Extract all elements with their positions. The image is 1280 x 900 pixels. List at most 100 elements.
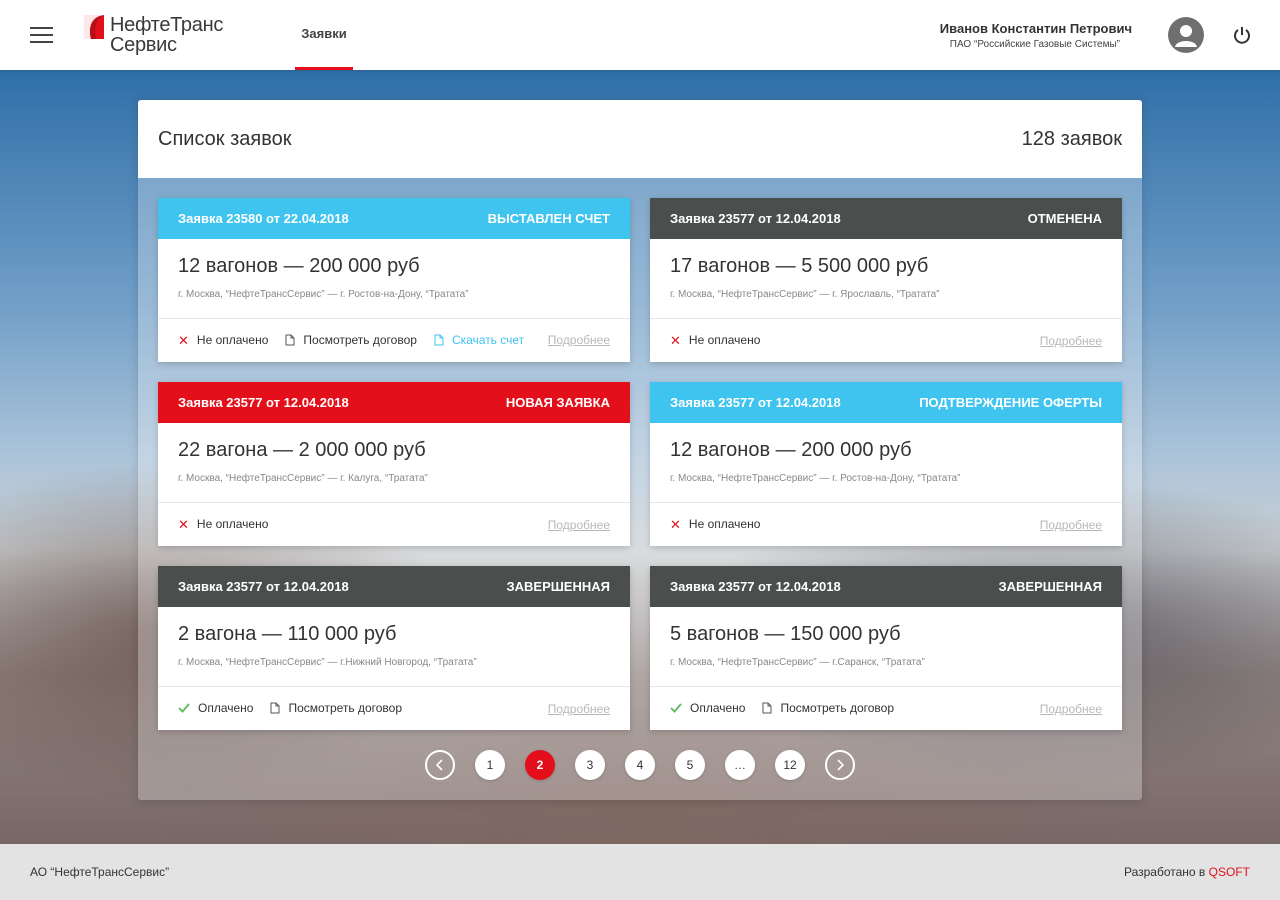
card-footer: Оплачено Посмотреть договор Подробнее <box>158 687 630 729</box>
request-card: Заявка 23577 от 12.04.2018 ОТМЕНЕНА 17 в… <box>650 198 1122 362</box>
details-link[interactable]: Подробнее <box>1040 702 1102 716</box>
prev-page-button[interactable] <box>425 750 455 780</box>
requests-count: 128 заявок <box>1021 128 1122 150</box>
footer-developer: Разработано в QSOFT <box>1124 865 1250 879</box>
card-route: г. Москва, “НефтеТрансСервис” — г. Калуг… <box>178 473 428 484</box>
card-number: Заявка 23577 от 12.04.2018 <box>670 211 841 226</box>
payment-status-label: Оплачено <box>690 701 746 715</box>
card-header[interactable]: Заявка 23577 от 12.04.2018 НОВАЯ ЗАЯВКА <box>158 382 630 423</box>
panel-header: Список заявок 128 заявок <box>138 100 1142 178</box>
view-contract-link[interactable]: Посмотреть договор <box>285 333 417 347</box>
avatar[interactable] <box>1168 17 1204 53</box>
request-card: Заявка 23577 от 12.04.2018 ПОДТВЕРЖДЕНИЕ… <box>650 382 1122 546</box>
card-route: г. Москва, “НефтеТрансСервис” — г.Нижний… <box>178 657 477 668</box>
page-button[interactable]: 4 <box>625 750 655 780</box>
page-button[interactable]: 5 <box>675 750 705 780</box>
card-footer: ✕ Не оплачено Подробнее <box>158 503 630 545</box>
card-route: г. Москва, “НефтеТрансСервис” — г. Росто… <box>670 473 961 484</box>
card-title: 22 вагона — 2 000 000 руб <box>178 439 426 461</box>
download-invoice-link[interactable]: Скачать счет <box>434 333 524 347</box>
request-card: Заявка 23580 от 22.04.2018 ВЫСТАВЛЕН СЧЕ… <box>158 198 630 362</box>
card-body: 2 вагона — 110 000 руб г. Москва, “Нефте… <box>158 607 630 687</box>
page-button-current[interactable]: 2 <box>525 750 555 780</box>
details-link[interactable]: Подробнее <box>548 702 610 716</box>
card-header[interactable]: Заявка 23577 от 12.04.2018 ЗАВЕРШЕННАЯ <box>650 566 1122 607</box>
checkmark-icon <box>670 703 682 713</box>
request-card: Заявка 23577 от 12.04.2018 ЗАВЕРШЕННАЯ 5… <box>650 566 1122 730</box>
page-button[interactable]: 12 <box>775 750 805 780</box>
card-number: Заявка 23577 от 12.04.2018 <box>178 395 349 410</box>
logo[interactable]: НефтеТранс Сервис <box>82 13 232 57</box>
page-footer: АО “НефтеТрансСервис” Разработано в QSOF… <box>0 844 1280 900</box>
user-name: Иванов Константин Петрович <box>939 21 1132 36</box>
card-body: 12 вагонов — 200 000 руб г. Москва, “Неф… <box>650 423 1122 503</box>
close-icon: ✕ <box>178 332 189 348</box>
payment-status: ✕ Не оплачено <box>178 517 268 531</box>
chevron-right-icon <box>837 759 845 771</box>
card-footer: Оплачено Посмотреть договор Подробнее <box>650 687 1122 729</box>
next-page-button[interactable] <box>825 750 855 780</box>
view-contract-label: Посмотреть договор <box>303 333 417 347</box>
top-header: НефтеТранс Сервис Заявки Иванов Констант… <box>0 0 1280 70</box>
card-footer: ✕ Не оплачено Подробнее <box>650 503 1122 545</box>
card-title: 12 вагонов — 200 000 руб <box>670 439 912 461</box>
menu-icon[interactable] <box>30 27 53 43</box>
logo-line-2: Сервис <box>110 34 177 56</box>
payment-status-label: Не оплачено <box>196 333 269 347</box>
status-badge: ОТМЕНЕНА <box>1027 211 1102 226</box>
view-contract-label: Посмотреть договор <box>288 701 403 715</box>
card-body: 12 вагонов — 200 000 руб г. Москва, “Неф… <box>158 239 630 319</box>
details-link[interactable]: Подробнее <box>1040 518 1102 532</box>
card-title: 5 вагонов — 150 000 руб <box>670 623 901 645</box>
card-header[interactable]: Заявка 23577 от 12.04.2018 ПОДТВЕРЖДЕНИЕ… <box>650 382 1122 423</box>
view-contract-label: Посмотреть договор <box>780 701 895 715</box>
card-header[interactable]: Заявка 23577 от 12.04.2018 ОТМЕНЕНА <box>650 198 1122 239</box>
status-badge: ВЫСТАВЛЕН СЧЕТ <box>487 211 610 226</box>
card-title: 2 вагона — 110 000 руб <box>178 623 397 645</box>
payment-status: ✕ Не оплачено <box>670 333 760 347</box>
card-body: 5 вагонов — 150 000 руб г. Москва, “Нефт… <box>650 607 1122 687</box>
details-link[interactable]: Подробнее <box>548 333 610 347</box>
footer-company: АО “НефтеТрансСервис” <box>30 865 170 879</box>
view-contract-link[interactable]: Посмотреть договор <box>762 701 894 715</box>
card-header[interactable]: Заявка 23577 от 12.04.2018 ЗАВЕРШЕННАЯ <box>158 566 630 607</box>
card-number: Заявка 23577 от 12.04.2018 <box>178 579 349 594</box>
user-organization: ПАО “Российские Газовые Системы” <box>949 39 1120 50</box>
card-title: 17 вагонов — 5 500 000 руб <box>670 255 929 277</box>
card-header[interactable]: Заявка 23580 от 22.04.2018 ВЫСТАВЛЕН СЧЕ… <box>158 198 630 239</box>
card-route: г. Москва, “НефтеТрансСервис” — г.Саранс… <box>670 657 925 668</box>
logo-line-1: НефтеТранс <box>110 14 224 36</box>
document-icon <box>285 334 295 346</box>
request-card: Заявка 23577 от 12.04.2018 НОВАЯ ЗАЯВКА … <box>158 382 630 546</box>
card-body: 22 вагона — 2 000 000 руб г. Москва, “Не… <box>158 423 630 503</box>
view-contract-link[interactable]: Посмотреть договор <box>270 701 402 715</box>
payment-status: ✕ Не оплачено <box>670 517 760 531</box>
payment-status-label: Не оплачено <box>688 517 761 531</box>
page-ellipsis[interactable]: … <box>725 750 755 780</box>
document-icon <box>270 702 280 714</box>
chevron-left-icon <box>435 759 443 771</box>
requests-panel: Список заявок 128 заявок Заявка 23580 от… <box>138 100 1142 800</box>
status-badge: НОВАЯ ЗАЯВКА <box>505 395 610 410</box>
payment-status-label: Не оплачено <box>688 333 761 347</box>
page-button[interactable]: 1 <box>475 750 505 780</box>
payment-status-label: Оплачено <box>198 701 254 715</box>
document-icon <box>434 334 444 346</box>
details-link[interactable]: Подробнее <box>1040 334 1102 348</box>
document-icon <box>762 702 772 714</box>
nav-tab-requests[interactable]: Заявки <box>295 0 353 70</box>
footer-developer-label: Разработано в <box>1123 865 1206 879</box>
card-footer: ✕ Не оплачено Посмотреть договор Скачать… <box>158 319 630 361</box>
power-icon[interactable] <box>1232 25 1252 45</box>
payment-status: ✕ Не оплачено <box>178 333 268 347</box>
developer-link[interactable]: QSOFT <box>1209 865 1250 879</box>
request-card: Заявка 23577 от 12.04.2018 ЗАВЕРШЕННАЯ 2… <box>158 566 630 730</box>
logo-mark-icon <box>84 15 104 39</box>
page-button[interactable]: 3 <box>575 750 605 780</box>
details-link[interactable]: Подробнее <box>548 518 610 532</box>
card-number: Заявка 23577 от 12.04.2018 <box>670 579 841 594</box>
close-icon: ✕ <box>178 516 189 532</box>
payment-status-label: Не оплачено <box>196 517 269 531</box>
payment-status: Оплачено <box>670 701 745 715</box>
card-route: г. Москва, “НефтеТрансСервис” — г. Росто… <box>178 289 469 300</box>
